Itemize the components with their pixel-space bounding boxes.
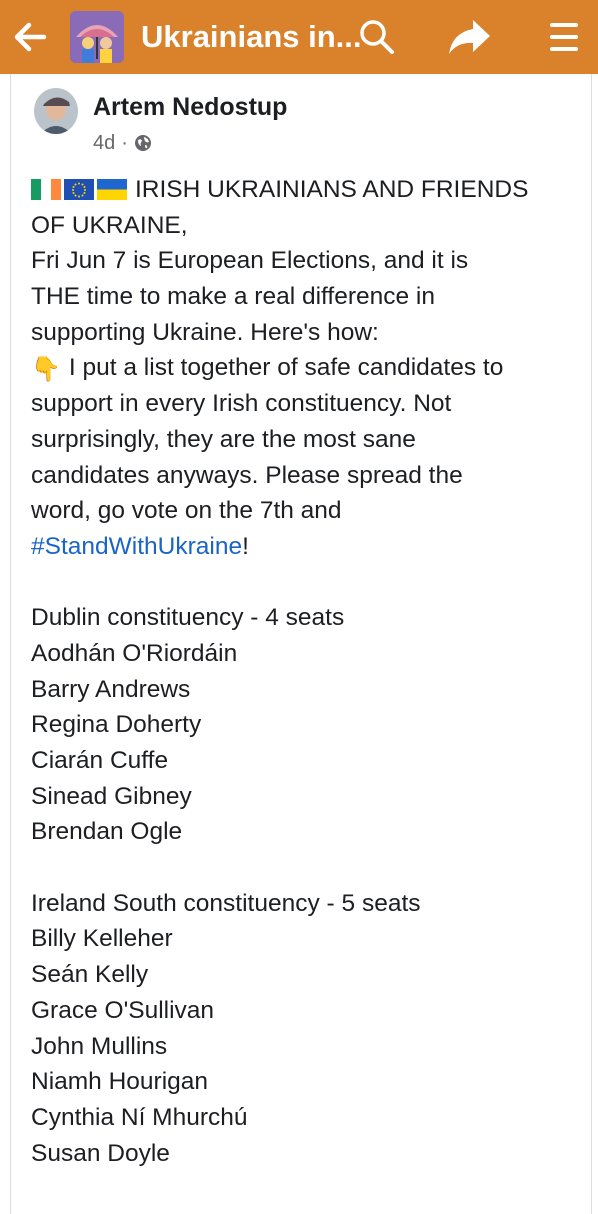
meta-separator: ·	[121, 132, 128, 154]
para-line-2: THE time to make a real difference in	[31, 283, 435, 311]
list-para-line-5: word, go vote on the 7th and	[31, 497, 342, 525]
author-name[interactable]: Artem Nedostup	[93, 92, 287, 122]
hashtag-link[interactable]: #StandWithUkraine	[31, 533, 242, 560]
candidate-name: Niamh Hourigan	[31, 1068, 209, 1096]
flag-emojis	[31, 179, 127, 200]
candidate-name: Billy Kelleher	[31, 925, 173, 953]
top-app-bar: Ukrainians in...	[0, 0, 598, 74]
intro-text-2: OF UKRAINE,	[31, 211, 188, 239]
dublin-heading: Dublin constituency - 4 seats	[31, 604, 345, 632]
intro-line: IRISH UKRAINIANS AND FRIENDS	[31, 172, 576, 208]
hashtag-suffix: !	[242, 532, 249, 560]
eu-flag-icon	[64, 179, 94, 200]
arrow-left-icon[interactable]	[10, 17, 50, 57]
hamburger-menu-icon[interactable]	[548, 19, 580, 55]
group-title[interactable]: Ukrainians in...	[141, 17, 362, 57]
search-icon[interactable]	[357, 17, 397, 57]
share-icon[interactable]	[446, 17, 492, 57]
para-line-1: Fri Jun 7 is European Elections, and it …	[31, 247, 469, 275]
group-avatar[interactable]	[70, 11, 124, 63]
para-line-3: supporting Ukraine. Here's how:	[31, 318, 379, 346]
candidate-name: Ciarán Cuffe	[31, 747, 169, 774]
intro-text-1: IRISH UKRAINIANS AND FRIENDS	[135, 176, 529, 203]
hashtag-line: #StandWithUkraine!	[31, 529, 576, 565]
candidate-name: Regina Doherty	[31, 711, 202, 739]
candidate-name: Brendan Ogle	[31, 818, 183, 846]
candidate-name: Cynthia Ní Mhurchú	[31, 1103, 248, 1131]
candidate-name: Barry Andrews	[31, 675, 191, 703]
author-avatar[interactable]	[34, 88, 78, 134]
candidate-name: Grace O'Sullivan	[31, 996, 215, 1024]
list-para-line-4: candidates anyways. Please spread the	[31, 461, 463, 489]
south-heading: Ireland South constituency - 5 seats	[31, 889, 421, 917]
candidate-name: Susan Doyle	[31, 1139, 170, 1167]
candidate-name: Seán Kelly	[31, 961, 149, 989]
ireland-flag-icon	[31, 179, 61, 200]
ukraine-flag-icon	[97, 179, 127, 200]
post-time[interactable]: 4d	[93, 130, 115, 156]
post-meta: 4d ·	[93, 130, 152, 156]
candidate-name: John Mullins	[31, 1032, 168, 1060]
pointing-down-emoji: 👇	[31, 356, 61, 384]
list-para-line-3: surprisingly, they are the most sane	[31, 425, 416, 453]
candidate-name: Aodhán O'Riordáin	[31, 639, 238, 667]
globe-icon	[134, 135, 151, 151]
list-para-line-2: support in every Irish constituency. Not	[31, 390, 452, 418]
candidate-name: Sinead Gibney	[31, 782, 192, 810]
list-para-line-1: 👇 I put a list together of safe candidate…	[31, 350, 576, 386]
post-body: IRISH UKRAINIANS AND FRIENDS OF UKRAINE,…	[31, 172, 576, 1171]
